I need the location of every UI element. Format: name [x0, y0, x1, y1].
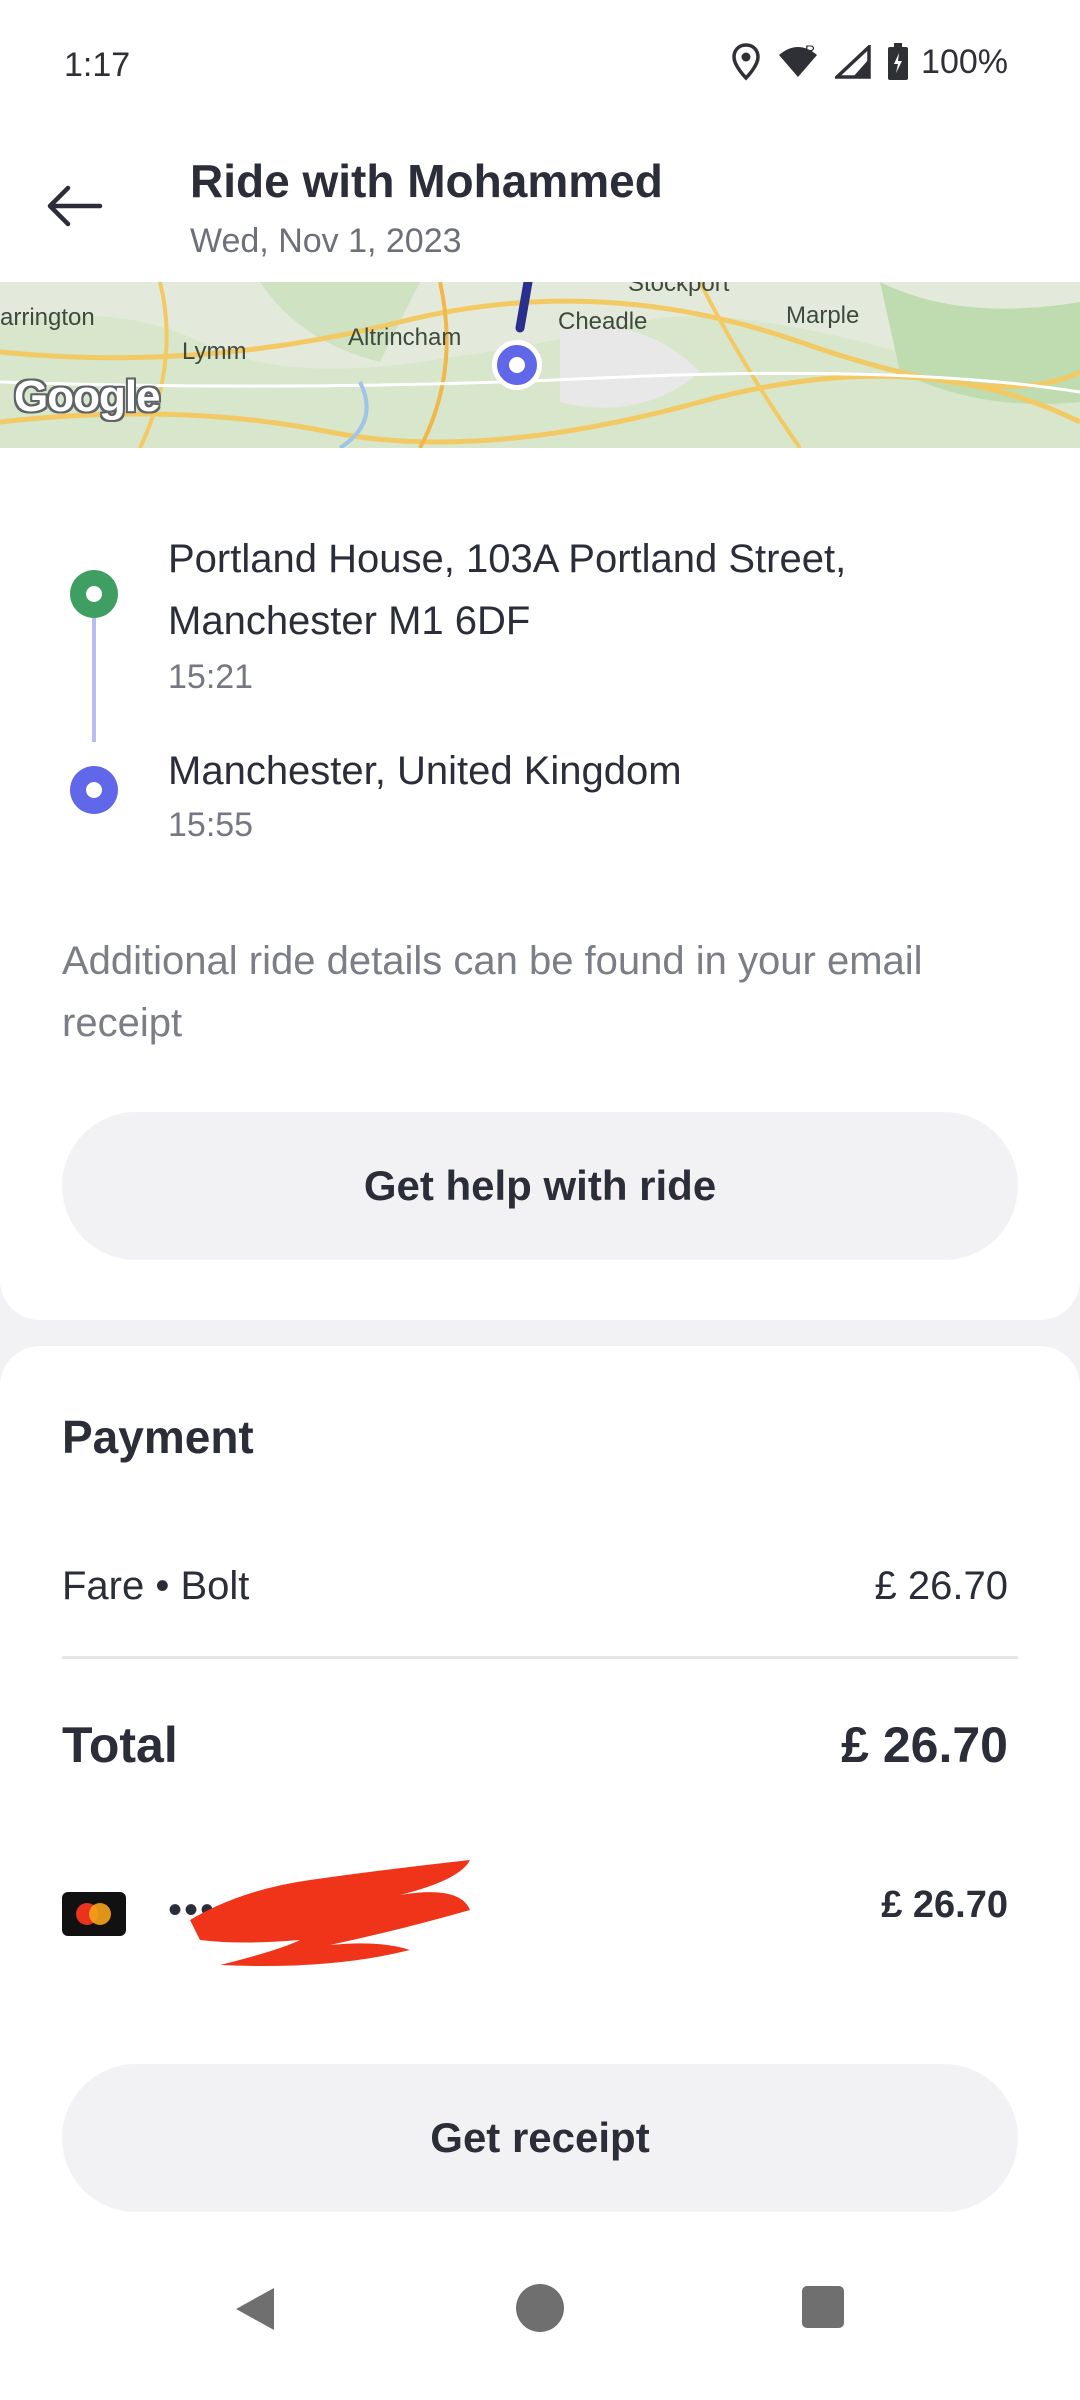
- route-line: [92, 618, 96, 742]
- divider: [62, 1656, 1018, 1659]
- map-label-marple: Marple: [786, 302, 860, 329]
- map-label-stockport: Stockport: [628, 282, 730, 297]
- receipt-info-text: Additional ride details can be found in …: [62, 939, 923, 1045]
- ride-date: Wed, Nov 1, 2023: [190, 222, 462, 260]
- total-value: £ 26.70: [841, 1717, 1008, 1773]
- get-help-button[interactable]: Get help with ride: [62, 1112, 1018, 1260]
- signal-icon: [835, 45, 871, 79]
- fare-value: £ 26.70: [874, 1564, 1008, 1608]
- card-charge-amount: £ 26.70: [881, 1884, 1008, 1926]
- page-title: Ride with Mohammed: [190, 155, 663, 207]
- get-receipt-button[interactable]: Get receipt: [62, 2064, 1018, 2212]
- status-icons: R 100%: [731, 40, 1008, 84]
- header: Ride with Mohammed Wed, Nov 1, 2023: [0, 130, 1080, 282]
- battery-icon: [887, 43, 909, 81]
- dropoff-dot-icon: [70, 766, 118, 814]
- google-attribution: Google: [14, 372, 161, 421]
- app-screen: 1:17 R 100% Ride with Mohammed Wed, Nov …: [0, 0, 1080, 2400]
- system-navigation-bar: [0, 2236, 1080, 2400]
- status-bar: 1:17 R 100%: [0, 0, 1080, 130]
- pickup-time: 15:21: [168, 658, 254, 696]
- total-label: Total: [62, 1717, 178, 1773]
- route-map[interactable]: arrington Lymm Altrincham Cheadle Marple…: [0, 282, 1080, 448]
- wifi-icon: R: [777, 45, 819, 79]
- pickup-dot-icon: [70, 570, 118, 618]
- pickup-address: Portland House, 103A Portland Street, Ma…: [168, 537, 847, 643]
- location-icon: [731, 43, 761, 81]
- arrow-left-icon: [44, 184, 104, 233]
- payment-card: Payment Fare • Bolt £ 26.70 Total £ 26.7…: [0, 1346, 1080, 2236]
- map-label-altrincham: Altrincham: [348, 324, 462, 351]
- ride-details-card: Portland House, 103A Portland Street, Ma…: [0, 448, 1080, 1320]
- nav-home-icon[interactable]: [516, 2284, 564, 2332]
- nav-back-icon[interactable]: [234, 2286, 276, 2337]
- payment-title: Payment: [62, 1411, 254, 1463]
- nav-recents-icon[interactable]: [802, 2286, 844, 2328]
- map-label-warrington: arrington: [0, 304, 95, 331]
- mastercard-icon: [62, 1892, 126, 1936]
- battery-percentage: 100%: [921, 42, 1008, 81]
- dropoff-time: 15:55: [168, 806, 254, 844]
- svg-text:R: R: [805, 45, 815, 58]
- status-time: 1:17: [64, 46, 131, 84]
- fare-label: Fare • Bolt: [62, 1564, 250, 1608]
- dropoff-address: Manchester, United Kingdom: [168, 749, 682, 793]
- map-label-cheadle: Cheadle: [558, 308, 648, 335]
- back-button[interactable]: [36, 170, 112, 246]
- map-label-lymm: Lymm: [182, 338, 247, 365]
- destination-marker-icon: [492, 340, 542, 390]
- redaction-scribble: [190, 1860, 470, 1966]
